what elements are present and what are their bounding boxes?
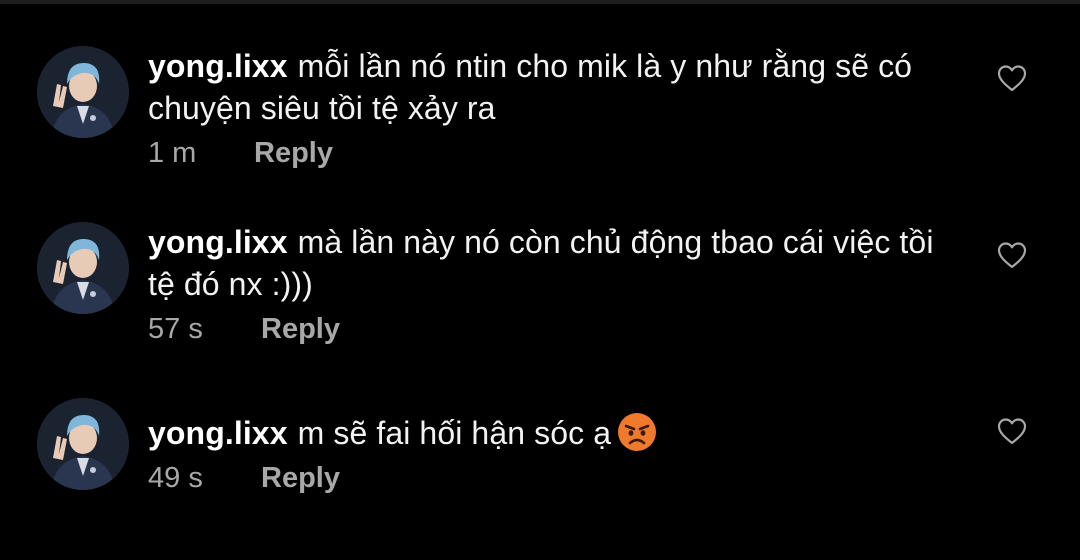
like-button[interactable] xyxy=(997,417,1027,445)
avatar[interactable] xyxy=(37,46,129,138)
like-button[interactable] xyxy=(997,64,1027,92)
reply-button[interactable]: Reply xyxy=(254,136,333,170)
comment-username[interactable]: yong.lixx xyxy=(148,48,288,84)
comment-text: m sẽ fai hối hận sóc ạ xyxy=(297,415,612,451)
like-button[interactable] xyxy=(997,241,1027,269)
top-divider xyxy=(0,0,1080,4)
comment-timestamp: 57 s xyxy=(148,313,203,345)
angry-face-emoji-icon xyxy=(617,412,657,452)
heart-outline-icon xyxy=(997,242,1027,269)
heart-outline-icon xyxy=(997,418,1027,445)
avatar-photo-icon xyxy=(37,46,129,138)
comment-username[interactable]: yong.lixx xyxy=(148,415,288,451)
avatar-photo-icon xyxy=(37,398,129,490)
avatar[interactable] xyxy=(37,222,129,314)
comment-text-block: yong.lixx m sẽ fai hối hận sóc ạ xyxy=(148,412,948,454)
comment-meta: 1 m Reply xyxy=(148,136,333,170)
comment-text-block: yong.lixx mà lần này nó còn chủ động tbao… xyxy=(148,221,948,305)
avatar-photo-icon xyxy=(37,222,129,314)
comment-username[interactable]: yong.lixx xyxy=(148,224,288,260)
comment-meta: 57 s Reply xyxy=(148,312,340,346)
comment-meta: 49 s Reply xyxy=(148,461,340,495)
comment-timestamp: 1 m xyxy=(148,137,197,169)
comment-text-block: yong.lixx mỗi lần nó ntin cho mik là y nh… xyxy=(148,45,948,129)
heart-outline-icon xyxy=(997,65,1027,92)
avatar[interactable] xyxy=(37,398,129,490)
reply-button[interactable]: Reply xyxy=(261,461,340,495)
reply-button[interactable]: Reply xyxy=(261,312,340,346)
comment-timestamp: 49 s xyxy=(148,462,203,494)
